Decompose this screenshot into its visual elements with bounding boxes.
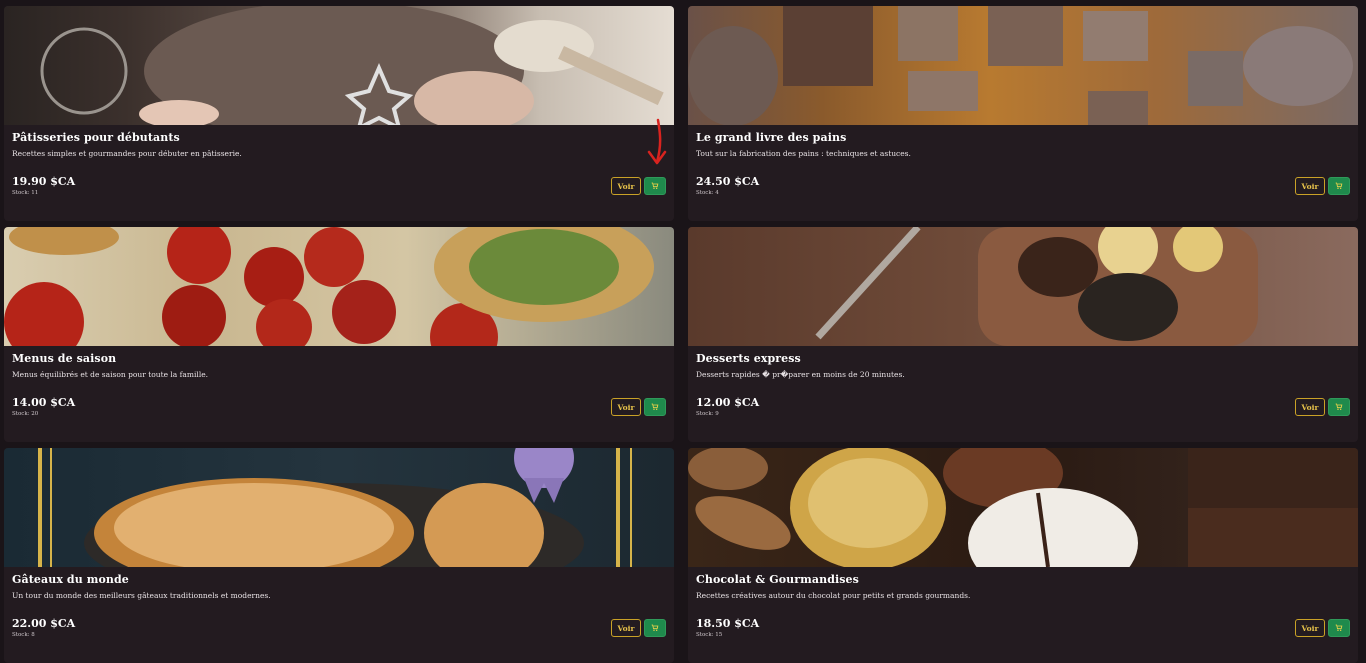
product-stock: Stock: 4 — [696, 190, 719, 196]
product-image[interactable] — [4, 6, 674, 125]
add-to-cart-button[interactable] — [1328, 619, 1350, 637]
add-to-cart-button[interactable] — [644, 177, 666, 195]
product-grid: Pâtisseries pour débutants Recettes simp… — [0, 0, 1366, 663]
product-stock: Stock: 8 — [12, 632, 35, 638]
product-description: Recettes simples et gourmandes pour débu… — [12, 149, 242, 158]
cart-icon — [1335, 624, 1343, 631]
product-card: Gâteaux du monde Un tour du monde des me… — [4, 448, 674, 663]
product-title: Menus de saison — [12, 352, 117, 365]
add-to-cart-button[interactable] — [644, 398, 666, 416]
view-button[interactable]: Voir — [1295, 177, 1325, 195]
product-card: Le grand livre des pains Tout sur la fab… — [688, 6, 1358, 221]
product-stock: Stock: 11 — [12, 190, 39, 196]
product-price: 22.00 $CA — [12, 617, 76, 630]
product-description: Desserts rapides � pr�parer en moins de … — [696, 370, 905, 379]
product-price: 12.00 $CA — [696, 396, 760, 409]
product-actions: Voir — [611, 177, 666, 195]
product-card: Menus de saison Menus équilibrés et de s… — [4, 227, 674, 442]
product-title: Le grand livre des pains — [696, 131, 847, 144]
product-card: Pâtisseries pour débutants Recettes simp… — [4, 6, 674, 221]
product-stock: Stock: 15 — [696, 632, 723, 638]
add-to-cart-button[interactable] — [1328, 398, 1350, 416]
product-description: Recettes créatives autour du chocolat po… — [696, 591, 971, 600]
product-actions: Voir — [1295, 619, 1350, 637]
product-price: 24.50 $CA — [696, 175, 760, 188]
product-actions: Voir — [1295, 177, 1350, 195]
view-button[interactable]: Voir — [611, 398, 641, 416]
product-image[interactable] — [4, 227, 674, 346]
product-description: Menus équilibrés et de saison pour toute… — [12, 370, 209, 379]
product-price: 18.50 $CA — [696, 617, 760, 630]
product-stock: Stock: 20 — [12, 411, 39, 417]
cart-icon — [1335, 403, 1343, 410]
product-image[interactable] — [688, 6, 1358, 125]
product-price: 14.00 $CA — [12, 396, 76, 409]
product-card: Desserts express Desserts rapides � pr�p… — [688, 227, 1358, 442]
cart-icon — [651, 403, 659, 410]
product-description: Un tour du monde des meilleurs gâteaux t… — [12, 591, 271, 600]
product-title: Chocolat & Gourmandises — [696, 573, 859, 586]
product-title: Pâtisseries pour débutants — [12, 131, 180, 144]
product-actions: Voir — [611, 398, 666, 416]
product-stock: Stock: 9 — [696, 411, 719, 417]
cart-icon — [651, 624, 659, 631]
red-arrow-annotation — [647, 118, 667, 165]
cart-icon — [651, 182, 659, 189]
view-button[interactable]: Voir — [1295, 619, 1325, 637]
product-title: Desserts express — [696, 352, 801, 365]
product-actions: Voir — [611, 619, 666, 637]
product-title: Gâteaux du monde — [12, 573, 129, 586]
add-to-cart-button[interactable] — [1328, 177, 1350, 195]
cart-icon — [1335, 182, 1343, 189]
product-price: 19.90 $CA — [12, 175, 76, 188]
view-button[interactable]: Voir — [1295, 398, 1325, 416]
product-image[interactable] — [4, 448, 674, 567]
product-description: Tout sur la fabrication des pains : tech… — [696, 149, 911, 158]
product-actions: Voir — [1295, 398, 1350, 416]
view-button[interactable]: Voir — [611, 177, 641, 195]
add-to-cart-button[interactable] — [644, 619, 666, 637]
product-card: Chocolat & Gourmandises Recettes créativ… — [688, 448, 1358, 663]
product-image[interactable] — [688, 227, 1358, 346]
view-button[interactable]: Voir — [611, 619, 641, 637]
product-image[interactable] — [688, 448, 1358, 567]
